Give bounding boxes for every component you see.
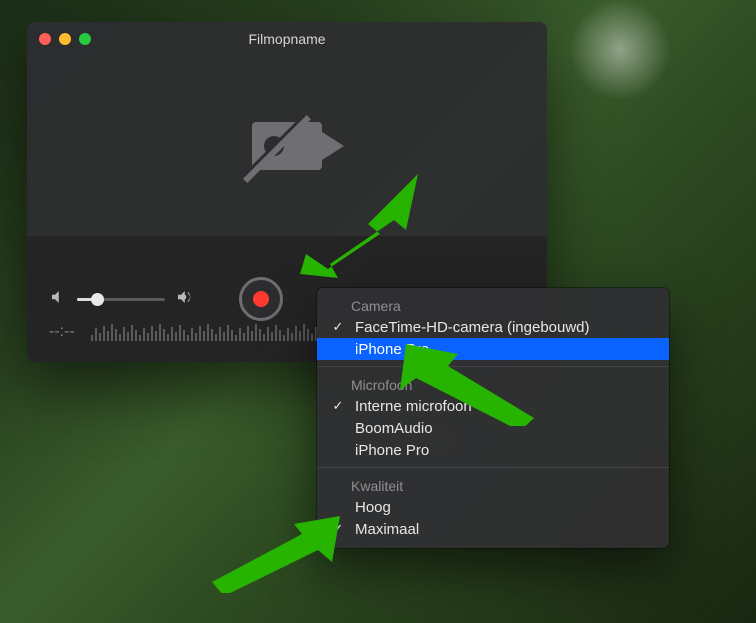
menu-divider <box>317 366 669 367</box>
camera-disabled-icon <box>252 122 322 170</box>
menu-item-quality-0[interactable]: Hoog <box>317 496 669 518</box>
checkmark-icon: ✓ <box>331 398 345 414</box>
menu-item-microphone-1[interactable]: BoomAudio <box>317 417 669 439</box>
checkmark-icon: ✓ <box>331 319 345 335</box>
menu-header-quality: Kwaliteit <box>317 474 669 496</box>
elapsed-time: --:-- <box>49 323 75 341</box>
speaker-high-icon <box>175 288 193 311</box>
speaker-low-icon <box>49 288 67 311</box>
menu-item-label: iPhone Pro <box>355 442 429 459</box>
menu-divider <box>317 467 669 468</box>
menu-item-label: Hoog <box>355 499 391 516</box>
window-titlebar: Filmopname <box>27 22 547 56</box>
record-button[interactable] <box>239 277 283 321</box>
window-title: Filmopname <box>27 31 547 47</box>
window-controls <box>39 33 91 45</box>
menu-item-label: FaceTime-HD-camera (ingebouwd) <box>355 319 590 336</box>
menu-item-microphone-0[interactable]: ✓ Interne microfoon <box>317 395 669 417</box>
menu-header-camera: Camera <box>317 294 669 316</box>
close-window-button[interactable] <box>39 33 51 45</box>
checkmark-icon: ✓ <box>331 521 345 537</box>
menu-item-microphone-2[interactable]: iPhone Pro <box>317 439 669 461</box>
menu-item-quality-1[interactable]: ✓ Maximaal <box>317 518 669 540</box>
minimize-window-button[interactable] <box>59 33 71 45</box>
zoom-window-button[interactable] <box>79 33 91 45</box>
menu-header-microphone: Microfoon <box>317 373 669 395</box>
record-icon <box>253 291 269 307</box>
menu-item-label: iPhone Pro <box>355 341 429 358</box>
options-menu: Camera ✓ FaceTime-HD-camera (ingebouwd) iPh… <box>317 288 669 548</box>
volume-slider[interactable] <box>77 298 165 301</box>
menu-item-label: Interne microfoon <box>355 398 472 415</box>
menu-item-label: BoomAudio <box>355 420 433 437</box>
menu-item-label: Maximaal <box>355 521 419 538</box>
menu-item-camera-1[interactable]: iPhone Pro <box>317 338 669 360</box>
menu-item-camera-0[interactable]: ✓ FaceTime-HD-camera (ingebouwd) <box>317 316 669 338</box>
volume-control <box>49 288 193 311</box>
camera-preview <box>27 56 547 236</box>
